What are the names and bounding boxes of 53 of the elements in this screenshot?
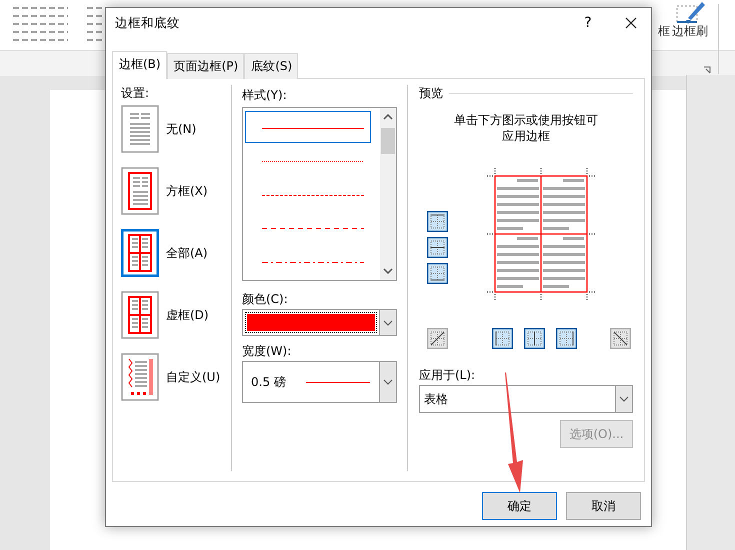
scroll-down-icon[interactable] xyxy=(383,268,393,274)
close-icon[interactable] xyxy=(625,17,637,29)
custom-border-preset[interactable] xyxy=(121,353,159,401)
border-toggle-button[interactable] xyxy=(610,328,631,349)
section-label: 样式(Y): xyxy=(242,87,288,104)
preset-label[interactable]: 全部(A) xyxy=(166,244,208,262)
line-style-list[interactable] xyxy=(242,107,397,281)
dialog-launcher-icon[interactable] xyxy=(703,66,711,74)
tab[interactable]: 底纹(S) xyxy=(244,53,298,79)
none-border-preset[interactable] xyxy=(121,105,159,153)
window-title: 边框和底纹 xyxy=(115,14,181,32)
scrollbar-thumb[interactable] xyxy=(381,128,395,154)
field-label: 宽度(W): xyxy=(242,343,292,360)
help-button[interactable]: ? xyxy=(565,15,611,31)
tab[interactable]: 页面边框(P) xyxy=(166,53,244,79)
width-value: 0.5 磅 xyxy=(251,374,286,390)
preset-label[interactable]: 自定义(U) xyxy=(166,368,220,386)
scroll-up-icon[interactable] xyxy=(383,114,393,120)
tab[interactable]: 边框(B) xyxy=(112,51,167,79)
line-sample-icon xyxy=(306,380,370,384)
color-dropdown[interactable] xyxy=(242,309,397,336)
preset-label[interactable]: 方框(X) xyxy=(166,182,208,200)
border-toggle-button[interactable] xyxy=(427,263,448,284)
width-dropdown[interactable]: 0.5 磅 xyxy=(242,361,397,403)
scrollbar[interactable] xyxy=(380,108,396,280)
border-toggle-button[interactable] xyxy=(556,328,577,349)
ribbon-label[interactable]: 边框刷 xyxy=(672,23,708,40)
dropdown-value: 表格 xyxy=(423,390,449,408)
border-toggle-button[interactable] xyxy=(427,211,448,232)
ribbon-label[interactable]: 框 xyxy=(658,23,670,40)
grid-border-preset[interactable] xyxy=(121,291,159,339)
border-toggle-button[interactable] xyxy=(524,328,545,349)
dropdown-caret-icon[interactable] xyxy=(383,379,393,385)
line-style-option[interactable] xyxy=(245,111,371,144)
preset-label[interactable]: 虚框(D) xyxy=(166,306,209,324)
ok-button[interactable]: 确定 xyxy=(482,492,557,520)
preset-label[interactable]: 无(N) xyxy=(166,120,196,138)
preview-hint: 单击下方图示或使用按钮可应用边框 xyxy=(453,112,599,144)
border-toggle-button[interactable] xyxy=(427,328,448,349)
dropdown-caret-icon[interactable] xyxy=(383,320,393,326)
all-border-preset[interactable] xyxy=(121,229,159,277)
apply-to-dropdown[interactable]: 表格 xyxy=(419,385,633,413)
border-toggle-button[interactable] xyxy=(492,328,513,349)
box-border-preset[interactable] xyxy=(121,167,159,215)
section-label: 预览 xyxy=(419,85,443,102)
table-preview-drawing[interactable] xyxy=(485,166,597,302)
field-label: 颜色(C): xyxy=(242,291,289,308)
cancel-button[interactable]: 取消 xyxy=(566,492,641,520)
field-label: 应用于(L): xyxy=(419,367,476,384)
dropdown-caret-icon[interactable] xyxy=(619,396,629,402)
border-toggle-button[interactable] xyxy=(427,237,448,258)
paint-brush-icon[interactable] xyxy=(674,0,706,24)
section-label: 设置: xyxy=(121,85,150,102)
